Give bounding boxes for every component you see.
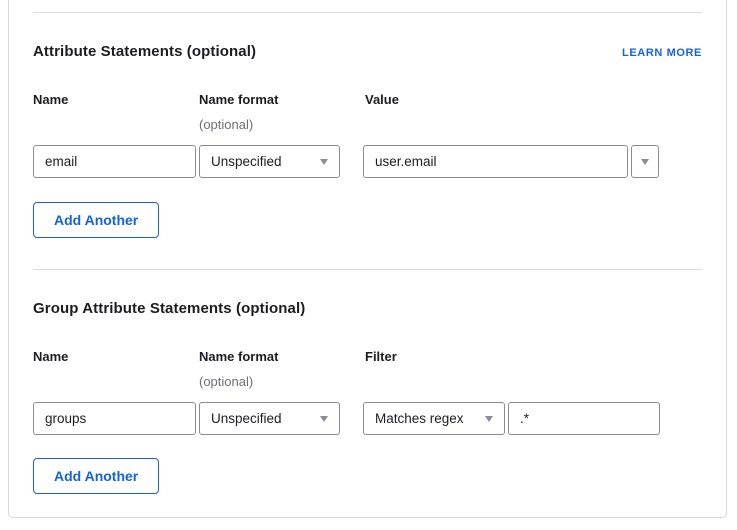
group-attribute-filter-type-selected-value: Matches regex bbox=[375, 411, 464, 426]
group-attribute-statement-row: Unspecified Matches regex bbox=[33, 402, 702, 435]
name-format-optional-note: (optional) bbox=[199, 117, 365, 132]
group-attribute-name-format-selected-value: Unspecified bbox=[211, 411, 282, 426]
chevron-down-icon bbox=[320, 159, 328, 165]
chevron-down-icon bbox=[485, 416, 493, 422]
attribute-statements-section: Attribute Statements (optional) LEARN MO… bbox=[9, 43, 726, 238]
group-attribute-name-format-select[interactable]: Unspecified bbox=[199, 402, 340, 435]
attribute-name-input[interactable] bbox=[33, 145, 196, 178]
chevron-down-icon bbox=[641, 159, 649, 165]
column-header-name-format: Name format bbox=[199, 92, 365, 107]
attribute-statement-row: Unspecified bbox=[33, 145, 702, 178]
attribute-statements-title: Attribute Statements (optional) bbox=[33, 43, 256, 60]
add-another-attribute-button[interactable]: Add Another bbox=[33, 202, 159, 238]
group-attribute-statements-section: Group Attribute Statements (optional) Na… bbox=[9, 300, 726, 494]
attribute-value-input[interactable] bbox=[363, 145, 628, 178]
group-attribute-columns-header: Name Name format (optional) Filter bbox=[33, 349, 702, 389]
add-another-group-attribute-button[interactable]: Add Another bbox=[33, 458, 159, 494]
column-header-name: Name bbox=[33, 349, 199, 364]
chevron-down-icon bbox=[320, 416, 328, 422]
section-divider bbox=[33, 269, 702, 270]
group-attribute-filter-value-input[interactable] bbox=[508, 402, 660, 435]
attribute-columns-header: Name Name format (optional) Value bbox=[33, 92, 702, 132]
column-header-value: Value bbox=[365, 92, 702, 107]
column-header-filter: Filter bbox=[365, 349, 702, 364]
name-format-optional-note: (optional) bbox=[199, 374, 365, 389]
group-attribute-filter-type-select[interactable]: Matches regex bbox=[363, 402, 505, 435]
column-header-name-format: Name format bbox=[199, 349, 365, 364]
saml-settings-card: Attribute Statements (optional) LEARN MO… bbox=[8, 0, 727, 518]
section-divider bbox=[33, 12, 702, 13]
group-attribute-statements-title: Group Attribute Statements (optional) bbox=[33, 300, 305, 317]
column-header-name: Name bbox=[33, 92, 199, 107]
group-attribute-name-input[interactable] bbox=[33, 402, 196, 435]
attribute-value-dropdown-button[interactable] bbox=[631, 145, 659, 178]
learn-more-link[interactable]: LEARN MORE bbox=[622, 47, 702, 59]
attribute-name-format-selected-value: Unspecified bbox=[211, 154, 282, 169]
attribute-name-format-select[interactable]: Unspecified bbox=[199, 145, 340, 178]
